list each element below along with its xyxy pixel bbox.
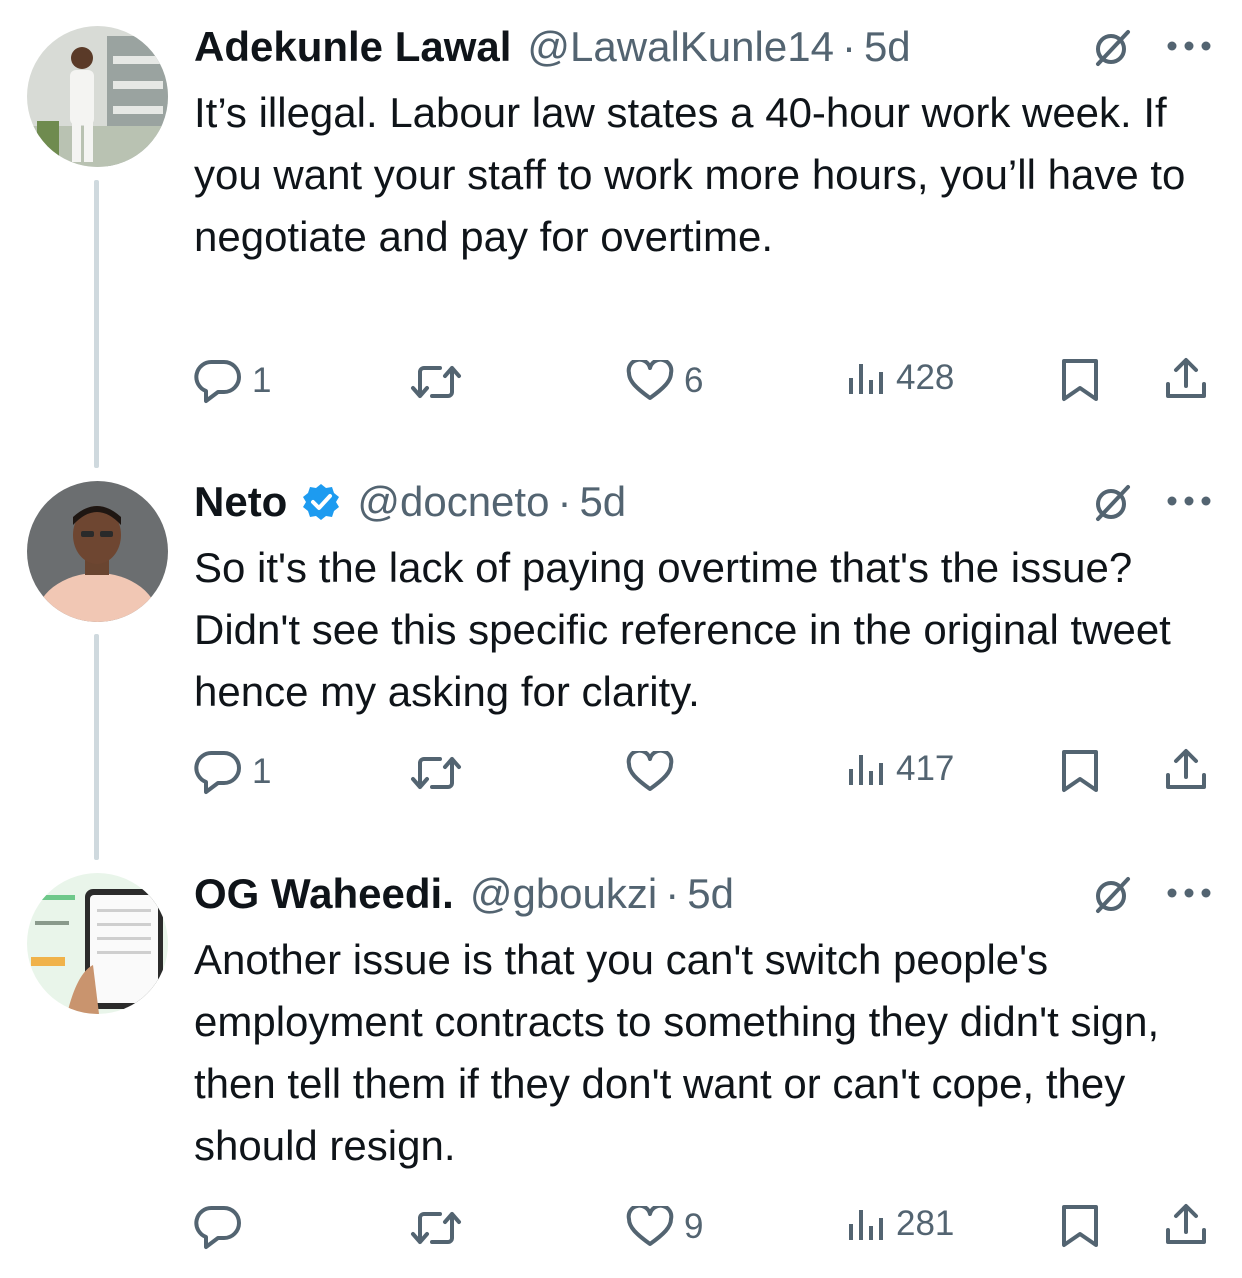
views-icon: [846, 1204, 886, 1244]
timestamp[interactable]: 5d: [579, 478, 626, 526]
action-bar: 9 281: [0, 1198, 1242, 1254]
reply-icon: [194, 749, 242, 795]
views-count: 281: [896, 1204, 955, 1243]
like-button[interactable]: 9: [626, 1206, 703, 1248]
avatar[interactable]: [27, 873, 168, 1014]
like-count: 9: [684, 1207, 704, 1246]
separator-dot: ·: [841, 23, 856, 70]
grok-icon[interactable]: [1090, 26, 1134, 70]
tweet-header: Adekunle Lawal @LawalKunle14 · 5d: [194, 20, 911, 74]
reply-count: 1: [252, 752, 272, 791]
timestamp[interactable]: 5d: [687, 870, 734, 918]
like-button[interactable]: [626, 751, 684, 793]
views-count: 417: [896, 749, 955, 788]
user-handle[interactable]: @LawalKunle14: [527, 23, 834, 71]
timestamp[interactable]: 5d: [864, 23, 911, 71]
share-icon[interactable]: [1164, 1202, 1208, 1248]
like-button[interactable]: 6: [626, 360, 703, 402]
like-icon: [626, 751, 674, 793]
reply-count: 1: [252, 361, 272, 400]
views-icon: [846, 749, 886, 789]
grok-icon[interactable]: [1090, 481, 1134, 525]
grok-icon[interactable]: [1090, 873, 1134, 917]
separator-dot: ·: [665, 870, 680, 917]
action-bar: 1 417: [0, 743, 1242, 799]
separator-dot: ·: [557, 478, 572, 525]
reply-button[interactable]: 1: [194, 749, 271, 795]
bookmark-icon[interactable]: [1060, 358, 1100, 402]
more-icon[interactable]: [1166, 495, 1212, 507]
views-count: 428: [896, 358, 955, 397]
verified-badge-icon: [301, 482, 341, 522]
more-icon[interactable]: [1166, 887, 1212, 899]
tweet-header: Neto @docneto · 5d: [194, 475, 626, 529]
thread-line: [94, 180, 99, 468]
reply-button[interactable]: 1: [194, 358, 271, 404]
action-bar: 1 6 428: [0, 352, 1242, 408]
tweet-text: Another issue is that you can't switch p…: [194, 936, 1160, 1169]
avatar[interactable]: [27, 26, 168, 167]
repost-icon: [410, 1208, 462, 1248]
repost-icon: [410, 362, 462, 402]
user-handle[interactable]: @gboukzi: [470, 870, 657, 918]
views-button[interactable]: 428: [846, 358, 954, 398]
like-count: 6: [684, 361, 704, 400]
tweet-header: OG Waheedi. @gboukzi · 5d: [194, 867, 734, 921]
reply-button[interactable]: [194, 1204, 252, 1250]
repost-icon: [410, 753, 462, 793]
tweet-text: It’s illegal. Labour law states a 40-hou…: [194, 89, 1186, 260]
bookmark-icon[interactable]: [1060, 1204, 1100, 1248]
views-button[interactable]: 281: [846, 1204, 954, 1244]
reply-icon: [194, 1204, 242, 1250]
share-icon[interactable]: [1164, 356, 1208, 402]
bookmark-icon[interactable]: [1060, 749, 1100, 793]
like-icon: [626, 360, 674, 402]
repost-button[interactable]: [410, 1208, 472, 1248]
repost-button[interactable]: [410, 362, 472, 402]
views-button[interactable]: 417: [846, 749, 954, 789]
like-icon: [626, 1206, 674, 1248]
more-icon[interactable]: [1166, 40, 1212, 52]
reply-icon: [194, 358, 242, 404]
views-icon: [846, 358, 886, 398]
display-name[interactable]: Neto: [194, 478, 287, 526]
avatar[interactable]: [27, 481, 168, 622]
user-handle[interactable]: @docneto: [357, 478, 549, 526]
tweet-text: So it's the lack of paying overtime that…: [194, 544, 1171, 715]
display-name[interactable]: Adekunle Lawal: [194, 23, 511, 71]
share-icon[interactable]: [1164, 747, 1208, 793]
display-name[interactable]: OG Waheedi.: [194, 870, 454, 918]
repost-button[interactable]: [410, 753, 472, 793]
